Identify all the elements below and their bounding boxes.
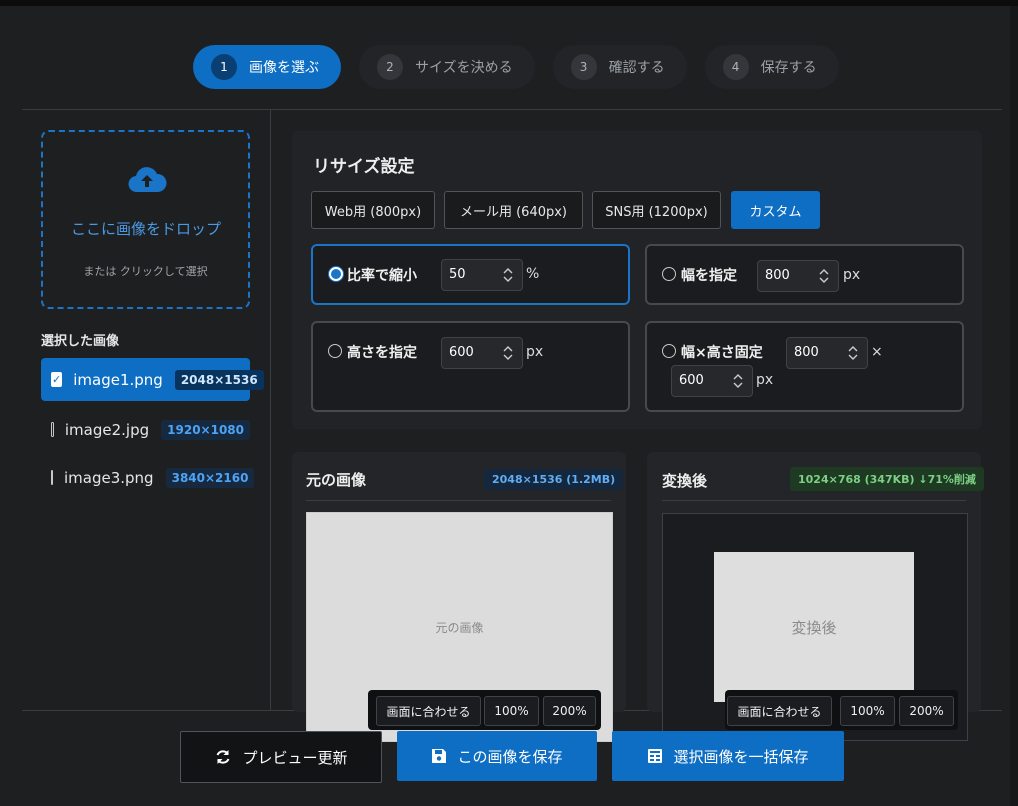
preset-sns-button[interactable]: SNS用 (1200px) — [592, 191, 721, 229]
refresh-icon — [217, 750, 230, 764]
save-icon — [432, 749, 447, 763]
step-label: 確認する — [608, 60, 665, 76]
fixed-radio[interactable] — [662, 344, 676, 358]
fit-to-screen-button[interactable]: 画面に合わせる — [727, 696, 832, 726]
stepper-icon[interactable] — [503, 344, 513, 362]
step-label: 画像を選ぶ — [249, 60, 319, 76]
step-number: 2 — [377, 54, 403, 80]
file-item[interactable]: ✓ image1.png 2048×1536 — [41, 358, 264, 401]
preset-custom-button[interactable]: カスタム — [731, 191, 820, 229]
ratio-radio[interactable] — [329, 267, 343, 281]
fixed-width-input[interactable]: 800 — [786, 337, 868, 369]
step-3[interactable]: 3 確認する — [552, 45, 687, 89]
fixed-label: 幅×高さ固定 — [681, 345, 763, 361]
step-2[interactable]: 2 サイズを決める — [359, 45, 535, 89]
ratio-unit: % — [526, 266, 540, 282]
fixed-unit: px — [756, 372, 774, 388]
step-label: サイズを決める — [415, 60, 513, 76]
height-input[interactable]: 600 — [441, 337, 523, 369]
dropzone-subtitle: または クリックして選択 — [83, 265, 208, 278]
file-dims-badge: 3840×2160 — [165, 467, 255, 488]
card-divider — [306, 500, 611, 501]
file-checkbox[interactable] — [51, 422, 54, 437]
height-unit: px — [526, 344, 544, 360]
height-value: 600 — [449, 345, 474, 360]
step-4[interactable]: 4 保存する — [704, 45, 839, 89]
width-input[interactable]: 800 — [757, 260, 839, 292]
file-item[interactable]: image2.jpg 1920×1080 — [41, 408, 250, 451]
step-number: 1 — [211, 54, 237, 80]
card-divider — [662, 500, 966, 501]
converted-zoom-controls: 画面に合わせる 100% 200% — [725, 690, 958, 730]
zoom-200-button[interactable]: 200% — [899, 696, 954, 726]
step-indicator: 1 画像を選ぶ 2 サイズを決める 3 確認する 4 保存する — [193, 45, 839, 89]
converted-title: 変換後 — [662, 472, 708, 490]
zoom-100-button[interactable]: 100% — [840, 696, 895, 726]
width-value: 800 — [765, 268, 790, 283]
header-divider — [22, 109, 1002, 110]
fixed-width-value: 800 — [794, 345, 819, 360]
cloud-upload-icon — [127, 166, 167, 198]
save-image-button[interactable]: この画像を保存 — [397, 731, 597, 781]
stepper-icon[interactable] — [848, 344, 858, 362]
file-name: image3.png — [64, 468, 154, 487]
batch-save-label: 選択画像を一括保存 — [673, 747, 809, 766]
step-1[interactable]: 1 画像を選ぶ — [193, 45, 341, 89]
height-label: 高さを指定 — [347, 345, 417, 361]
step-number: 4 — [722, 54, 749, 80]
preview-refresh-label: プレビュー更新 — [242, 748, 348, 767]
zoom-100-button[interactable]: 100% — [484, 696, 539, 726]
converted-image: 変換後 — [714, 552, 914, 702]
step-label: 保存する — [760, 60, 817, 76]
selected-images-title: 選択した画像 — [41, 334, 120, 349]
ratio-label: 比率で縮小 — [347, 268, 417, 284]
stepper-icon[interactable] — [733, 372, 743, 390]
converted-size-badge: 1024×768 (347KB) ↓71%削減 — [790, 467, 984, 491]
file-name: image1.png — [73, 370, 163, 389]
save-image-label: この画像を保存 — [457, 747, 563, 766]
original-zoom-controls: 画面に合わせる 100% 200% — [368, 690, 601, 730]
stepper-icon[interactable] — [503, 266, 513, 284]
original-size-badge: 2048×1536 (1.2MB) — [484, 469, 624, 490]
width-radio[interactable] — [662, 267, 676, 281]
step-number: 3 — [570, 54, 597, 80]
batch-save-icon — [648, 749, 663, 763]
image-dropzone[interactable]: ここに画像をドロップ または クリックして選択 — [41, 130, 250, 309]
resize-settings-title: リサイズ設定 — [313, 157, 415, 177]
ratio-input[interactable]: 50 — [441, 259, 523, 291]
fixed-height-input[interactable]: 600 — [671, 365, 753, 397]
fixed-height-value: 600 — [679, 373, 704, 388]
width-unit: px — [843, 267, 861, 283]
original-title: 元の画像 — [306, 471, 367, 489]
dropzone-title: ここに画像をドロップ — [70, 220, 221, 238]
width-label: 幅を指定 — [681, 268, 737, 284]
times-sign: × — [871, 344, 883, 360]
file-checkbox[interactable]: ✓ — [51, 372, 63, 387]
file-dims-badge: 1920×1080 — [161, 419, 250, 440]
fit-to-screen-button[interactable]: 画面に合わせる — [376, 696, 481, 726]
preset-mail-button[interactable]: メール用 (640px) — [444, 191, 583, 229]
zoom-200-button[interactable]: 200% — [543, 696, 596, 726]
height-radio[interactable] — [328, 344, 342, 358]
ratio-value: 50 — [449, 267, 466, 282]
file-dims-badge: 2048×1536 — [174, 369, 264, 390]
preview-refresh-button[interactable]: プレビュー更新 — [180, 731, 382, 783]
sidebar-divider — [270, 110, 271, 710]
file-checkbox[interactable] — [51, 470, 53, 485]
batch-save-button[interactable]: 選択画像を一括保存 — [612, 731, 844, 781]
stepper-icon[interactable] — [819, 267, 829, 285]
file-name: image2.jpg — [64, 420, 150, 439]
preset-web-button[interactable]: Web用 (800px) — [311, 191, 435, 229]
file-item[interactable]: image3.png 3840×2160 — [41, 456, 255, 499]
